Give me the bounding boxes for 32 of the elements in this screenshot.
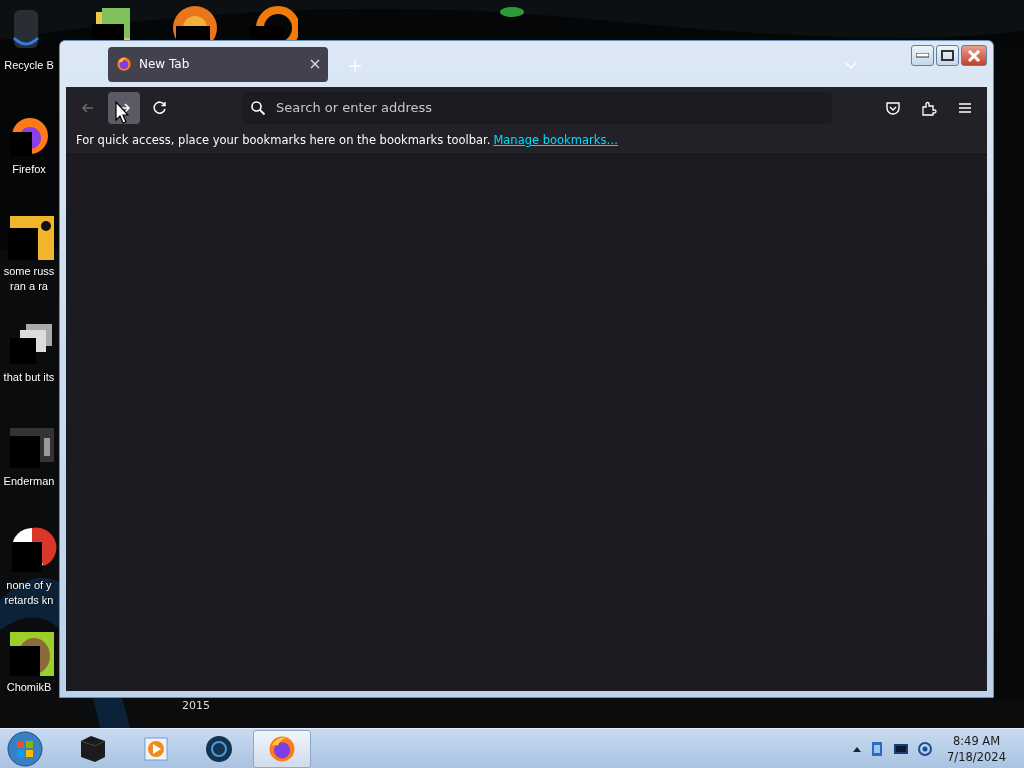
manage-bookmarks-link[interactable]: Manage bookmarks… (493, 132, 618, 150)
icon-label[interactable]: ChomikB (6, 680, 52, 695)
icon-label[interactable]: some russ ran a ra (3, 264, 55, 294)
close-button[interactable] (961, 45, 987, 66)
ring-icon[interactable] (248, 4, 298, 40)
clock-time: 8:49 AM (951, 732, 1002, 749)
icon-label[interactable]: Firefox (12, 162, 46, 177)
minimize-button[interactable] (911, 45, 934, 66)
bookmarks-hint: For quick access, place your bookmarks here on the bookmarks toolbar. (76, 132, 491, 150)
icon-label[interactable]: Recycle B (4, 58, 54, 73)
icon-label[interactable]: Enderman (3, 474, 55, 489)
icon-label[interactable]: none of y retards kn (4, 578, 54, 608)
icon-label[interactable]: that but its (3, 370, 55, 385)
maximize-button[interactable] (936, 45, 959, 66)
caption-text: 2015 (182, 698, 210, 714)
plus-icon (348, 58, 362, 73)
network-icon[interactable] (917, 740, 934, 757)
start-button[interactable] (6, 729, 44, 768)
firefox-icon (116, 56, 132, 72)
tray-expand-icon[interactable] (853, 745, 862, 752)
close-icon (967, 49, 981, 62)
cursor-icon (115, 101, 129, 125)
minimize-icon (916, 53, 929, 58)
close-icon[interactable] (310, 59, 320, 69)
address-field[interactable]: Search or enter address (242, 91, 832, 124)
clock[interactable]: 8:49 AM 7/18/2024 (947, 732, 1006, 765)
browser-tab[interactable]: New Tab (108, 46, 328, 82)
reload-icon (152, 99, 168, 116)
clock-date: 7/18/2024 (947, 748, 1006, 765)
taskbar-app[interactable] (253, 729, 311, 768)
chevron-down-icon (844, 60, 858, 71)
maximize-icon (941, 50, 954, 61)
